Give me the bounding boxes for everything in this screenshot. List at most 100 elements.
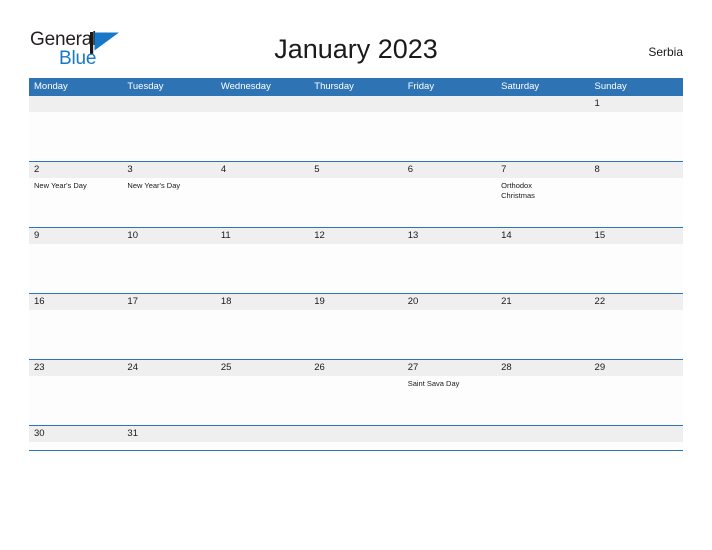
day-cell[interactable] [590, 310, 683, 359]
calendar-week-row: 1 [29, 96, 683, 162]
day-cell[interactable] [216, 244, 309, 293]
day-cell[interactable] [29, 310, 122, 359]
day-cell[interactable] [309, 310, 402, 359]
day-cell [496, 442, 589, 450]
day-number[interactable]: 9 [29, 228, 122, 244]
day-number-empty [122, 96, 215, 112]
day-number-empty [403, 96, 496, 112]
weekday-header-thursday: Thursday [314, 81, 354, 92]
day-cell[interactable] [122, 376, 215, 425]
day-cell[interactable] [403, 244, 496, 293]
day-number-empty [496, 426, 589, 442]
day-number[interactable]: 17 [122, 294, 215, 310]
day-number-empty [590, 426, 683, 442]
day-cell[interactable] [216, 310, 309, 359]
day-cell[interactable] [122, 244, 215, 293]
day-number[interactable]: 31 [122, 426, 215, 442]
day-number-empty [309, 96, 402, 112]
day-cell[interactable] [590, 178, 683, 227]
day-number-empty [309, 426, 402, 442]
day-number[interactable]: 18 [216, 294, 309, 310]
calendar-week-row: 2 3 4 5 6 7 8 New Year's Day New Year's Day Ortho… [29, 162, 683, 228]
day-number[interactable]: 8 [590, 162, 683, 178]
day-cell[interactable] [309, 244, 402, 293]
day-number[interactable]: 1 [590, 96, 683, 112]
day-number-band: 16 17 18 19 20 21 22 [29, 294, 683, 310]
day-number[interactable]: 20 [403, 294, 496, 310]
day-cell [216, 442, 309, 450]
weekday-header-tuesday: Tuesday [127, 81, 164, 92]
weekday-header-sunday: Sunday [594, 81, 627, 92]
day-number[interactable]: 27 [403, 360, 496, 376]
day-number[interactable]: 14 [496, 228, 589, 244]
day-number[interactable]: 15 [590, 228, 683, 244]
day-number[interactable]: 6 [403, 162, 496, 178]
day-number[interactable]: 30 [29, 426, 122, 442]
day-cell[interactable] [122, 442, 215, 450]
day-number[interactable]: 4 [216, 162, 309, 178]
day-cell[interactable] [496, 244, 589, 293]
day-number[interactable]: 22 [590, 294, 683, 310]
day-cell[interactable] [590, 244, 683, 293]
day-cell[interactable] [216, 178, 309, 227]
day-number-band: 30 31 [29, 426, 683, 442]
day-number[interactable]: 5 [309, 162, 402, 178]
day-cell[interactable] [309, 178, 402, 227]
day-number[interactable]: 29 [590, 360, 683, 376]
day-cell[interactable] [216, 376, 309, 425]
day-cell[interactable] [590, 376, 683, 425]
day-cell[interactable] [122, 310, 215, 359]
day-cell[interactable]: Orthodox Christmas [496, 178, 589, 227]
day-cell [309, 442, 402, 450]
day-number[interactable]: 16 [29, 294, 122, 310]
day-event-band [29, 442, 683, 450]
day-number[interactable]: 28 [496, 360, 589, 376]
day-number[interactable]: 24 [122, 360, 215, 376]
day-number-band: 23 24 25 26 27 28 29 [29, 360, 683, 376]
calendar-table: Monday Tuesday Wednesday Thursday Friday… [29, 78, 683, 451]
day-cell[interactable] [403, 310, 496, 359]
region-label: Serbia [648, 45, 683, 59]
day-number[interactable]: 10 [122, 228, 215, 244]
holiday-label: New Year's Day [34, 181, 87, 190]
day-number[interactable]: 12 [309, 228, 402, 244]
day-number[interactable]: 25 [216, 360, 309, 376]
day-cell[interactable] [29, 442, 122, 450]
weekday-header-monday: Monday [34, 81, 68, 92]
day-number[interactable]: 3 [122, 162, 215, 178]
weekday-header-saturday: Saturday [501, 81, 540, 92]
day-cell [403, 112, 496, 161]
holiday-label: Saint Sava Day [407, 379, 460, 388]
day-cell[interactable]: New Year's Day [29, 178, 122, 227]
day-number[interactable]: 23 [29, 360, 122, 376]
day-event-band: New Year's Day New Year's Day Orthodox Chr… [29, 178, 683, 227]
day-cell[interactable] [29, 376, 122, 425]
day-cell[interactable] [496, 310, 589, 359]
day-cell[interactable] [496, 376, 589, 425]
holiday-label: Orthodox Christmas [501, 181, 535, 200]
calendar-weeks: 1 2 3 4 5 6 7 8 New Year's Day New Year's Day Orth… [29, 96, 683, 451]
calendar-week-row: 16 17 18 19 20 21 22 [29, 294, 683, 360]
holiday-label: New Year's Day [127, 181, 181, 190]
day-cell [403, 442, 496, 450]
day-event-band [29, 244, 683, 293]
day-cell[interactable] [29, 244, 122, 293]
day-cell[interactable] [590, 112, 683, 161]
day-cell[interactable] [309, 376, 402, 425]
day-number[interactable]: 21 [496, 294, 589, 310]
weekday-header-friday: Friday [407, 81, 435, 92]
day-cell[interactable]: Saint Sava Day [403, 376, 496, 425]
day-number[interactable]: 19 [309, 294, 402, 310]
day-number[interactable]: 2 [29, 162, 122, 178]
day-cell[interactable] [403, 178, 496, 227]
day-number[interactable]: 7 [496, 162, 589, 178]
weekday-header-row: Monday Tuesday Wednesday Thursday Friday… [29, 78, 683, 96]
calendar-week-row: 23 24 25 26 27 28 29 Saint Sava Day [29, 360, 683, 426]
day-cell[interactable]: New Year's Day [122, 178, 215, 227]
day-number[interactable]: 26 [309, 360, 402, 376]
day-number[interactable]: 11 [216, 228, 309, 244]
day-number[interactable]: 13 [403, 228, 496, 244]
day-event-band: Saint Sava Day [29, 376, 683, 425]
day-number-band: 2345678 [29, 162, 683, 178]
day-cell [590, 442, 683, 450]
